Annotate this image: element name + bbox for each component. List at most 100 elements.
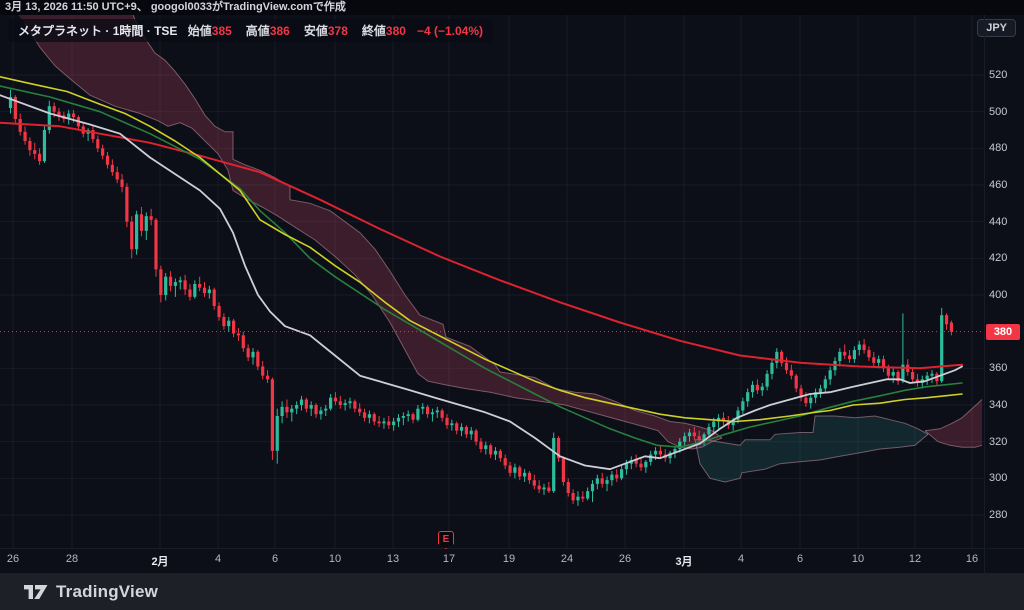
candle-body xyxy=(42,130,47,162)
low-value: 378 xyxy=(327,24,348,38)
candle-body xyxy=(576,496,580,501)
candle-body xyxy=(513,467,517,473)
candle-body xyxy=(789,370,793,376)
tradingview-brand-text[interactable]: TradingView xyxy=(56,582,158,602)
candle-body xyxy=(649,454,653,462)
candle-body xyxy=(484,445,488,449)
close-value: 380 xyxy=(385,24,406,38)
candle-body xyxy=(101,148,105,156)
candle-body xyxy=(96,139,100,149)
candle-body xyxy=(590,483,595,492)
candle-body xyxy=(372,414,376,422)
candle-body xyxy=(828,370,832,380)
high-value: 386 xyxy=(269,24,290,38)
time-tick-label: 4 xyxy=(737,553,745,565)
candle-body xyxy=(930,373,934,376)
candle-body xyxy=(809,397,813,404)
last-price-badge: 380 xyxy=(986,323,1020,340)
candle-body xyxy=(838,351,842,361)
candle-body xyxy=(135,214,139,250)
candle-body xyxy=(571,493,575,501)
candle-body xyxy=(377,421,381,424)
candle-body xyxy=(479,441,483,449)
candle-body xyxy=(416,408,420,420)
candle-body xyxy=(387,421,391,426)
candle-body xyxy=(765,373,769,387)
candle-body xyxy=(804,397,808,404)
candle-body xyxy=(33,150,37,154)
candle-body xyxy=(639,463,643,468)
candle-body xyxy=(949,322,953,332)
time-tick-label: 17 xyxy=(442,553,456,565)
time-tick-label: 2月 xyxy=(151,556,169,568)
price-tick-label: 480 xyxy=(989,142,1008,155)
candle-body xyxy=(183,280,187,290)
candle-body xyxy=(527,472,532,481)
price-tick-label: 340 xyxy=(989,399,1008,411)
candle-body xyxy=(459,427,464,431)
footer-bar: TradingView xyxy=(0,573,1024,610)
candle-body xyxy=(430,412,435,415)
candle-body xyxy=(450,423,454,426)
candle-body xyxy=(392,421,396,426)
candle-body xyxy=(38,153,42,162)
candle-body xyxy=(644,461,648,468)
bear-cloud-right-fill xyxy=(925,399,982,448)
candle-body xyxy=(265,375,270,380)
candle-body xyxy=(212,289,216,306)
candle-body xyxy=(561,458,565,482)
chart-canvas[interactable] xyxy=(0,0,1024,610)
candle-body xyxy=(653,450,658,455)
time-tick-label: 24 xyxy=(560,553,574,565)
legend-separator2: · xyxy=(143,24,155,38)
time-tick-label: 12 xyxy=(908,553,922,565)
candle-body xyxy=(120,179,124,187)
close-label: 終値 xyxy=(361,24,386,38)
candle-body xyxy=(944,315,949,325)
open-label: 始値 xyxy=(187,24,212,38)
candle-body xyxy=(159,269,163,295)
price-tick-label: 400 xyxy=(989,289,1008,301)
time-tick-label: 6 xyxy=(271,553,279,565)
tradingview-logo-icon[interactable] xyxy=(24,582,48,602)
symbol-legend[interactable]: メタプラネット · 1時間 · TSE 始値385 高値386 安値378 終値380… xyxy=(8,19,493,42)
candle-body xyxy=(542,487,546,490)
candle-body xyxy=(581,496,585,499)
candle-body xyxy=(309,405,313,409)
candle-body xyxy=(683,436,687,442)
candle-body xyxy=(261,366,265,376)
candle-body xyxy=(154,219,158,270)
candle-body xyxy=(256,351,260,367)
candle-body xyxy=(71,113,76,118)
candle-body xyxy=(343,403,347,405)
candle-body xyxy=(469,430,473,435)
candle-body xyxy=(125,186,129,222)
candle-body xyxy=(867,350,871,358)
candle-body xyxy=(605,480,609,484)
candle-body xyxy=(537,485,541,490)
candle-body xyxy=(857,344,861,350)
candle-body xyxy=(314,405,318,415)
candle-body xyxy=(755,384,759,391)
candle-body xyxy=(770,362,774,374)
candle-body xyxy=(508,465,512,473)
candle-body xyxy=(130,221,134,250)
candle-body xyxy=(401,416,405,418)
candle-body xyxy=(620,469,624,479)
candle-body xyxy=(188,289,192,297)
candle-body xyxy=(319,410,323,415)
candle-body xyxy=(600,478,604,484)
time-tick-label: 13 xyxy=(386,553,400,565)
candle-body xyxy=(911,372,915,380)
candle-body xyxy=(110,164,114,173)
candle-body xyxy=(658,450,662,455)
candle-body xyxy=(775,351,779,363)
candle-body xyxy=(760,386,764,391)
exchange-label: TSE xyxy=(154,24,178,38)
candle-body xyxy=(168,276,173,286)
open-value: 385 xyxy=(211,24,232,38)
candle-body xyxy=(886,368,890,376)
candle-body xyxy=(426,406,430,415)
candle-body xyxy=(518,467,522,477)
candle-body xyxy=(353,401,357,409)
